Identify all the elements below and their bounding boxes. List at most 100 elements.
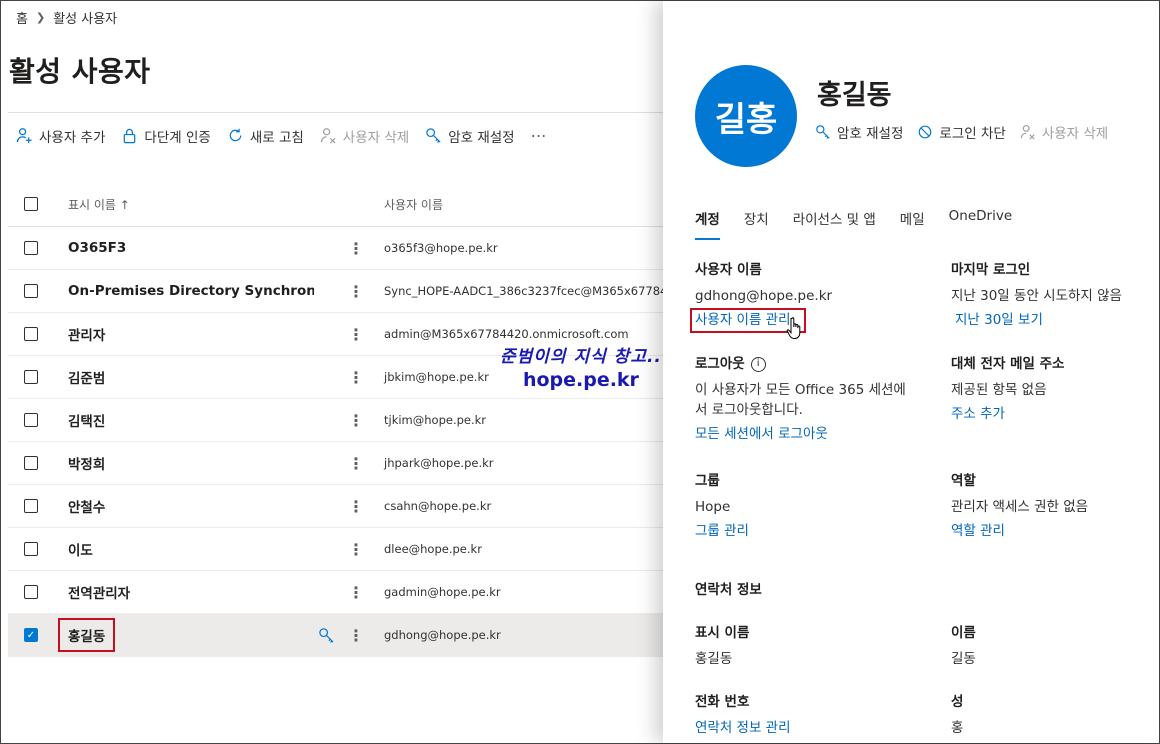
row-checkbox-checked[interactable]: ✓	[24, 628, 38, 642]
row-checkbox[interactable]	[24, 499, 38, 513]
tab-devices[interactable]: 장치	[744, 208, 769, 240]
manage-contact-info-link[interactable]: 연락처 정보 관리	[695, 716, 791, 740]
user-details-panel: 길홍 홍길동 암호 재설정 로그인 차단 사용자 삭제 계정 장치 라이선스 및…	[663, 1, 1159, 743]
tab-licenses[interactable]: 라이선스 및 앱	[793, 208, 876, 240]
display-name-cell[interactable]: 박정희	[54, 453, 314, 473]
table-row[interactable]: On-Premises Directory Synchroniza... ⋮ S…	[8, 270, 663, 313]
table-row[interactable]: 김택진 ⋮ tjkim@hope.pe.kr	[8, 399, 663, 442]
watermark-line1: 준범이의 지식 창고..	[500, 347, 662, 367]
last-signin-section: 마지막 로그인 지난 30일 동안 시도하지 않음 지난 30일 보기	[951, 258, 1122, 332]
row-more-icon[interactable]: ⋮	[338, 540, 374, 559]
alt-email-value: 제공된 항목 없음	[951, 382, 1047, 398]
column-header-display-name[interactable]: 표시 이름 ↑	[54, 196, 314, 213]
username-label: 사용자 이름	[695, 262, 762, 278]
display-name-cell[interactable]: 전역관리자	[54, 582, 314, 602]
more-options-icon[interactable]: ⋯	[531, 126, 548, 145]
command-bar: 사용자 추가 다단계 인증 새로 고침 사용자 삭제 암호 재설정 ⋯	[8, 112, 663, 158]
chevron-right-icon: ❯	[35, 11, 46, 24]
phone-label: 전화 번호	[695, 694, 750, 710]
row-more-icon[interactable]: ⋮	[338, 626, 374, 645]
row-more-icon[interactable]: ⋮	[338, 411, 374, 430]
add-user-button[interactable]: 사용자 추가	[16, 126, 105, 146]
username-cell: csahn@hope.pe.kr	[384, 499, 492, 513]
display-name-cell[interactable]: 이도	[54, 539, 314, 559]
panel-reset-password-label: 암호 재설정	[837, 126, 904, 142]
reset-password-button[interactable]: 암호 재설정	[425, 126, 515, 146]
groups-value: Hope	[695, 499, 731, 515]
panel-delete-user-button[interactable]: 사용자 삭제	[1020, 122, 1108, 142]
row-checkbox[interactable]	[24, 327, 38, 341]
users-grid: 표시 이름 ↑ 사용자 이름 O365F3 ⋮ o365f3@hope.pe.k…	[8, 182, 663, 657]
breadcrumb-home[interactable]: 홈	[16, 8, 28, 27]
last-name-section: 성 홍	[951, 690, 963, 740]
panel-reset-password-button[interactable]: 암호 재설정	[815, 122, 903, 142]
first-name-value: 길동	[951, 651, 976, 667]
refresh-button[interactable]: 새로 고침	[227, 126, 304, 146]
row-checkbox[interactable]	[24, 284, 38, 298]
add-address-link[interactable]: 주소 추가	[951, 402, 1064, 426]
table-row[interactable]: 안철수 ⋮ csahn@hope.pe.kr	[8, 485, 663, 528]
highlighted-name[interactable]: 홍길동	[58, 618, 116, 652]
tab-account[interactable]: 계정	[695, 208, 720, 240]
key-icon[interactable]	[318, 627, 335, 644]
table-row[interactable]: 이도 ⋮ dlee@hope.pe.kr	[8, 528, 663, 571]
view-30-days-link[interactable]: 지난 30일 보기	[951, 308, 1122, 332]
column-header-username[interactable]: 사용자 이름	[314, 196, 443, 213]
row-checkbox[interactable]	[24, 413, 38, 427]
display-name-cell[interactable]: O365F3	[54, 240, 314, 256]
signout-section: 로그아웃 i 이 사용자가 모든 Office 365 세션에 서 로그아웃합니다…	[695, 352, 906, 446]
key-icon	[426, 128, 441, 143]
row-more-icon[interactable]: ⋮	[338, 325, 374, 344]
table-row[interactable]: 박정희 ⋮ jhpark@hope.pe.kr	[8, 442, 663, 485]
row-checkbox[interactable]	[24, 542, 38, 556]
display-name-cell[interactable]: 홍길동	[54, 618, 314, 652]
refresh-label: 새로 고침	[249, 129, 304, 146]
display-name-value: 홍길동	[695, 651, 733, 667]
panel-actions: 암호 재설정 로그인 차단 사용자 삭제	[815, 122, 1108, 142]
signout-label: 로그아웃	[695, 356, 745, 372]
tab-onedrive[interactable]: OneDrive	[949, 208, 1012, 240]
row-more-icon[interactable]: ⋮	[338, 239, 374, 258]
display-name-cell[interactable]: 김준범	[54, 367, 314, 387]
table-row[interactable]: 전역관리자 ⋮ gadmin@hope.pe.kr	[8, 571, 663, 614]
grid-header: 표시 이름 ↑ 사용자 이름	[8, 182, 663, 227]
username-cell: jhpark@hope.pe.kr	[384, 456, 494, 470]
lock-icon	[124, 128, 136, 144]
remove-person-icon	[320, 128, 336, 144]
delete-user-button[interactable]: 사용자 삭제	[320, 126, 409, 146]
table-row-selected[interactable]: ✓ 홍길동 ⋮ gdhong@hope.pe.kr	[8, 614, 663, 657]
signout-all-sessions-link[interactable]: 모든 세션에서 로그아웃	[695, 422, 906, 446]
manage-roles-link[interactable]: 역할 관리	[951, 519, 1088, 543]
display-name-cell[interactable]: 김택진	[54, 410, 314, 430]
row-more-icon[interactable]: ⋮	[338, 282, 374, 301]
row-checkbox[interactable]	[24, 370, 38, 384]
breadcrumb: 홈 ❯ 활성 사용자	[16, 8, 117, 27]
roles-section: 역할 관리자 액세스 권한 없음 역할 관리	[951, 469, 1088, 543]
display-name-cell[interactable]: 관리자	[54, 324, 314, 344]
row-more-icon[interactable]: ⋮	[338, 368, 374, 387]
avatar: 길홍	[695, 65, 797, 167]
table-row[interactable]: O365F3 ⋮ o365f3@hope.pe.kr	[8, 227, 663, 270]
display-name-cell[interactable]: 안철수	[54, 496, 314, 516]
block-signin-button[interactable]: 로그인 차단	[917, 122, 1006, 142]
row-checkbox[interactable]	[24, 456, 38, 470]
select-all-checkbox[interactable]	[24, 197, 38, 211]
username-cell: gdhong@hope.pe.kr	[384, 628, 501, 642]
row-more-icon[interactable]: ⋮	[338, 497, 374, 516]
row-more-icon[interactable]: ⋮	[338, 454, 374, 473]
block-icon	[919, 125, 932, 139]
row-checkbox[interactable]	[24, 585, 38, 599]
display-name-cell[interactable]: On-Premises Directory Synchroniza...	[54, 283, 314, 299]
mfa-button[interactable]: 다단계 인증	[121, 126, 211, 146]
remove-person-icon	[1020, 125, 1035, 140]
panel-delete-user-label: 사용자 삭제	[1041, 126, 1109, 142]
info-icon[interactable]: i	[750, 356, 766, 372]
page-title: 활성 사용자	[9, 55, 151, 88]
panel-tabs: 계정 장치 라이선스 및 앱 메일 OneDrive	[695, 208, 1012, 240]
tab-mail[interactable]: 메일	[900, 208, 925, 240]
row-more-icon[interactable]: ⋮	[338, 583, 374, 602]
breadcrumb-current[interactable]: 활성 사용자	[53, 8, 117, 27]
row-checkbox[interactable]	[24, 241, 38, 255]
username-cell: Sync_HOPE-AADC1_386c3237fcec@M365x677844…	[384, 284, 663, 298]
manage-groups-link[interactable]: 그룹 관리	[695, 519, 749, 543]
